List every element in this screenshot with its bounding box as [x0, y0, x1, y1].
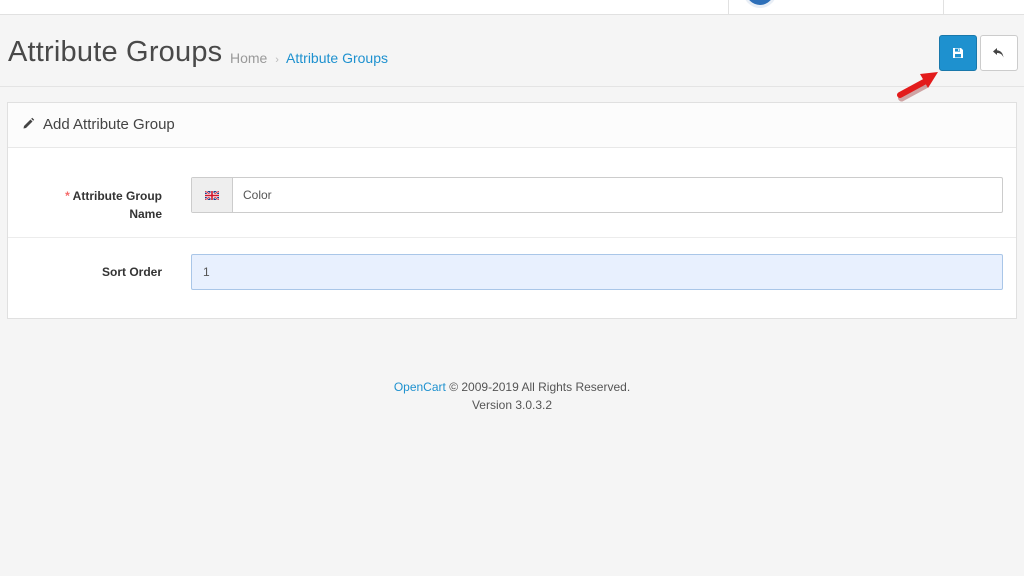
sort-order-label: Sort Order [101, 265, 162, 279]
sort-order-value: 1 [203, 265, 210, 279]
page-title: Attribute Groups [8, 36, 223, 68]
save-icon [953, 48, 963, 58]
pencil-icon [23, 117, 35, 129]
annotation-arrow-icon [897, 72, 938, 102]
reply-icon [993, 48, 1004, 58]
version-text: Version 3.0.3.2 [471, 398, 553, 412]
form-row-sort-order: Sort Order 1 [8, 238, 1016, 318]
label-line-2: Name [129, 207, 162, 221]
user-menu[interactable] [728, 0, 944, 14]
avatar [743, 0, 777, 8]
language-addon [192, 178, 233, 212]
required-mark: * [65, 189, 70, 203]
breadcrumb-attribute-groups[interactable]: Attribute Groups [286, 50, 388, 66]
back-button[interactable] [980, 35, 1018, 71]
add-attribute-group-panel: Add Attribute Group * Attribute Group Na… [7, 102, 1017, 319]
uk-flag-icon [205, 190, 219, 200]
footer: OpenCart © 2009-2019 All Rights Reserved… [0, 378, 1024, 414]
attribute-group-name-label: * Attribute Group Name [32, 187, 162, 223]
sort-order-input[interactable]: 1 [191, 254, 1003, 290]
breadcrumb-home[interactable]: Home [230, 50, 267, 66]
page-header: Attribute Groups Home › Attribute Groups [0, 15, 1024, 87]
breadcrumb-separator: › [275, 54, 279, 66]
breadcrumb: Home › Attribute Groups [230, 50, 388, 66]
opencart-link[interactable]: OpenCart [394, 380, 446, 394]
attribute-group-name-input[interactable]: Color [191, 177, 1003, 213]
panel-title: Add Attribute Group [43, 116, 175, 133]
copyright-text: © 2009-2019 All Rights Reserved. [449, 380, 631, 394]
attribute-group-name-value: Color [243, 188, 272, 202]
panel-heading: Add Attribute Group [8, 103, 1016, 148]
top-navbar [0, 0, 1024, 15]
form-row-attribute-group-name: * Attribute Group Name Color [8, 147, 1016, 238]
label-line-1: Attribute Group [72, 189, 162, 203]
